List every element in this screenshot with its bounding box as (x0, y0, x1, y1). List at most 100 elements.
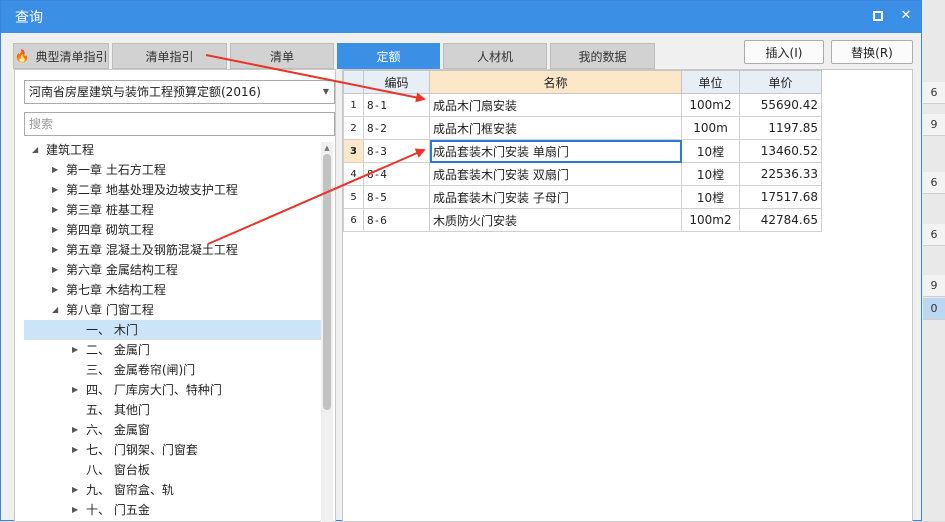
header-code[interactable]: 编码 (363, 70, 430, 94)
header-price[interactable]: 单价 (739, 70, 822, 94)
tree-node[interactable]: 一、 木门 (24, 320, 324, 340)
collapsed-arrow-icon[interactable]: ▶ (72, 480, 78, 500)
collapsed-arrow-icon[interactable]: ▶ (52, 160, 58, 180)
tab-quota[interactable]: 定额 (337, 43, 440, 69)
collapsed-arrow-icon[interactable]: ▶ (52, 260, 58, 280)
cell-name[interactable]: 木质防火门安装 (429, 208, 682, 232)
cell-price[interactable]: 42784.65 (739, 208, 822, 232)
cell-price[interactable]: 22536.33 (739, 162, 822, 186)
tree-node[interactable]: ▶ 第三章 桩基工程 (24, 200, 324, 220)
cell-code[interactable]: 8-6 (363, 208, 430, 232)
cell-code[interactable]: 8-1 (363, 93, 430, 117)
tree-node[interactable]: ▶ 九、 窗帘盒、轨 (24, 480, 324, 500)
expanded-arrow-icon[interactable]: ◢ (32, 140, 38, 160)
row-number[interactable]: 2 (343, 116, 364, 140)
table-row[interactable]: 2 8-2 成品木门框安装 100m 1197.85 (343, 116, 822, 140)
table-row[interactable]: 5 8-5 成品套装木门安装 子母门 10樘 17517.68 (343, 185, 822, 209)
tree-node[interactable]: ▶ 七、 门钢架、门窗套 (24, 440, 324, 460)
cell-name[interactable]: 成品木门框安装 (429, 116, 682, 140)
tab-labor-material-machine[interactable]: 人材机 (443, 43, 547, 69)
tree-node[interactable]: 三、 金属卷帘(闸)门 (24, 360, 324, 380)
row-number[interactable]: 4 (343, 162, 364, 186)
cell-name[interactable]: 成品套装木门安装 子母门 (429, 185, 682, 209)
title-bar[interactable]: 查询 ✕ (1, 1, 921, 33)
search-box[interactable] (24, 112, 335, 136)
insert-button[interactable]: 插入(I) (744, 40, 824, 64)
collapsed-arrow-icon[interactable]: ▶ (52, 200, 58, 220)
table-row[interactable]: 4 8-4 成品套装木门安装 双扇门 10樘 22536.33 (343, 162, 822, 186)
row-number[interactable]: 1 (343, 93, 364, 117)
table-row[interactable]: 1 8-1 成品木门扇安装 100m2 55690.42 (343, 93, 822, 117)
tree-node[interactable]: ▶ 第四章 砌筑工程 (24, 220, 324, 240)
cell-unit[interactable]: 10樘 (681, 139, 740, 163)
cell-unit[interactable]: 100m (681, 116, 740, 140)
collapsed-arrow-icon[interactable]: ▶ (72, 340, 78, 360)
tree-node[interactable]: ◢ 第八章 门窗工程 (24, 300, 324, 320)
collapsed-arrow-icon[interactable]: ▶ (52, 240, 58, 260)
collapsed-arrow-icon[interactable]: ▶ (72, 440, 78, 460)
scroll-up-icon[interactable]: ▲ (321, 142, 333, 154)
collapsed-arrow-icon[interactable]: ▶ (72, 420, 78, 440)
tree-node[interactable]: ◢ 建筑工程 (24, 140, 324, 160)
tree-node[interactable]: ▶ 第二章 地基处理及边坡支护工程 (24, 180, 324, 200)
tree-scrollbar[interactable]: ▲ (321, 142, 333, 522)
cell-name[interactable]: 成品木门扇安装 (429, 93, 682, 117)
row-number[interactable]: 5 (343, 185, 364, 209)
tree-node[interactable]: ▶ 六、 金属窗 (24, 420, 324, 440)
tab-label: 典型清单指引 (35, 49, 108, 64)
tree-node-label: 九、 窗帘盒、轨 (86, 483, 174, 497)
row-number[interactable]: 6 (343, 208, 364, 232)
replace-button[interactable]: 替换(R) (831, 40, 913, 64)
search-input[interactable] (29, 117, 334, 131)
rownum-header (343, 70, 364, 94)
table-row[interactable]: 6 8-6 木质防火门安装 100m2 42784.65 (343, 208, 822, 232)
tab-list[interactable]: 清单 (230, 43, 334, 69)
tree-node-label: 第五章 混凝土及钢筋混凝土工程 (66, 243, 238, 257)
collapsed-arrow-icon[interactable]: ▶ (52, 180, 58, 200)
row-number[interactable]: 3 (343, 139, 364, 163)
collapsed-arrow-icon[interactable]: ▶ (52, 220, 58, 240)
tree-node[interactable]: ▶ 二、 金属门 (24, 340, 324, 360)
collapsed-arrow-icon[interactable]: ▶ (52, 280, 58, 300)
quota-library-select[interactable]: 河南省房屋建筑与装饰工程预算定额(2016) ▼ (24, 80, 335, 104)
cell-price[interactable]: 13460.52 (739, 139, 822, 163)
collapsed-arrow-icon[interactable]: ▶ (72, 380, 78, 400)
cell-price[interactable]: 17517.68 (739, 185, 822, 209)
tree-node[interactable]: ▶ 第六章 金属结构工程 (24, 260, 324, 280)
cell-price[interactable]: 55690.42 (739, 93, 822, 117)
cell-code[interactable]: 8-5 (363, 185, 430, 209)
expanded-arrow-icon[interactable]: ◢ (52, 300, 58, 320)
cell-name[interactable]: 成品套装木门安装 双扇门 (429, 162, 682, 186)
close-icon[interactable]: ✕ (899, 9, 913, 23)
cell-code[interactable]: 8-3 (363, 139, 430, 163)
tree-node[interactable]: 五、 其他门 (24, 400, 324, 420)
fire-icon: 🔥 (14, 49, 30, 63)
collapsed-arrow-icon[interactable]: ▶ (72, 500, 78, 520)
scroll-thumb[interactable] (323, 154, 331, 410)
tab-typical-list-guide[interactable]: 🔥 典型清单指引 (13, 43, 109, 69)
quota-table-panel: 编码 名称 单位 单价 1 8-1 成品木门扇安装 100m2 55690.42 2 8-2… (342, 69, 913, 522)
cell-unit[interactable]: 10樘 (681, 162, 740, 186)
cell-price[interactable]: 1197.85 (739, 116, 822, 140)
maximize-icon[interactable] (873, 9, 887, 23)
tree-node[interactable]: 八、 窗台板 (24, 460, 324, 480)
cell-code[interactable]: 8-4 (363, 162, 430, 186)
tree-node[interactable]: ▶ 十、 门五金 (24, 500, 324, 520)
tree-node-label: 一、 木门 (86, 323, 138, 337)
tree-node[interactable]: ▶ 第七章 木结构工程 (24, 280, 324, 300)
cell-code[interactable]: 8-2 (363, 116, 430, 140)
header-unit[interactable]: 单位 (681, 70, 740, 94)
tab-list-guide[interactable]: 清单指引 (112, 43, 227, 69)
header-name[interactable]: 名称 (429, 70, 682, 94)
tab-my-data[interactable]: 我的数据 (550, 43, 655, 69)
chevron-down-icon[interactable]: ▼ (323, 81, 329, 103)
tree-node[interactable]: ▶ 第一章 土石方工程 (24, 160, 324, 180)
tree-node[interactable]: ▶ 第五章 混凝土及钢筋混凝土工程 (24, 240, 324, 260)
cell-name[interactable]: 成品套装木门安装 单扇门 (429, 139, 682, 163)
cell-unit[interactable]: 10樘 (681, 185, 740, 209)
cell-unit[interactable]: 100m2 (681, 93, 740, 117)
tree-node-label: 第六章 金属结构工程 (66, 263, 178, 277)
cell-unit[interactable]: 100m2 (681, 208, 740, 232)
tree-node[interactable]: ▶ 四、 厂库房大门、特种门 (24, 380, 324, 400)
table-row[interactable]: 3 8-3 成品套装木门安装 单扇门 10樘 13460.52 (343, 139, 822, 163)
